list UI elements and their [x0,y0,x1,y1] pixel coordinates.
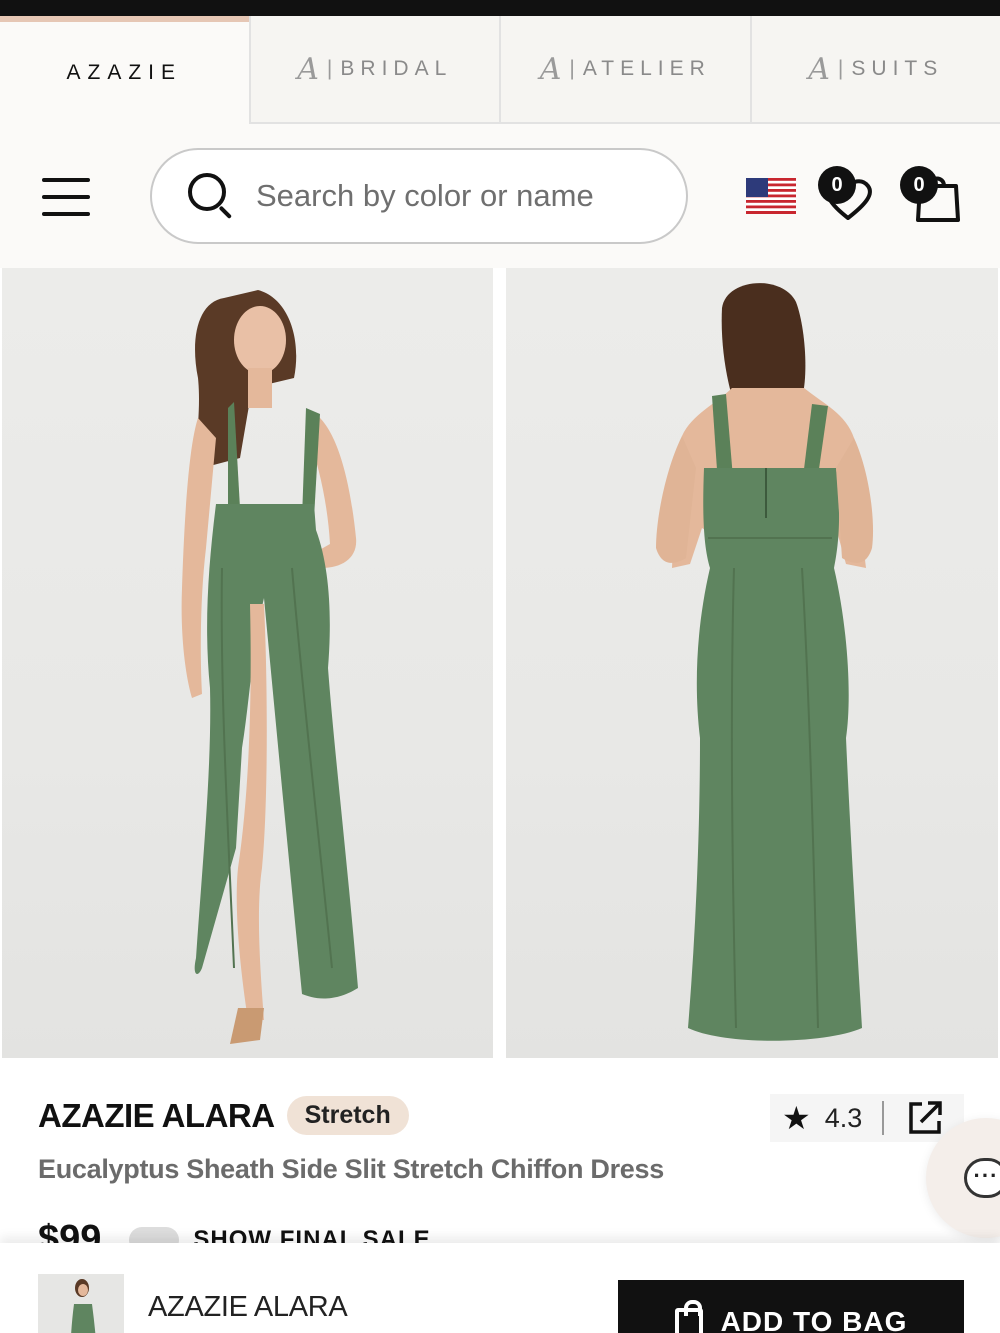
rating-box[interactable]: ★ 4.3 [770,1094,964,1142]
sticky-product-name: AZAZIE ALARA [148,1291,348,1323]
tab-azazie-label: AZAZIE [66,61,182,84]
tab-azazie[interactable]: AZAZIE [0,16,249,124]
product-gallery [0,268,1000,1058]
site-header: 0 0 [0,124,1000,268]
search-icon[interactable] [188,173,234,220]
bag-lock-icon [674,1300,703,1333]
tab-bridal[interactable]: A | BRIDAL [248,16,499,124]
product-price: $99 [38,1218,102,1244]
share-icon[interactable] [906,1099,944,1137]
stretch-badge: Stretch [286,1096,409,1135]
chat-bubble-icon: ··· [964,1158,1000,1198]
tab-separator: | [326,57,333,80]
divider [882,1101,885,1135]
wishlist-button[interactable]: 0 [818,164,878,226]
tab-separator: | [569,57,575,80]
add-to-bag-button[interactable]: ADD TO BAG [618,1280,964,1333]
product-title: Eucalyptus Sheath Side Slit Stretch Chif… [38,1154,664,1184]
product-info: AZAZIE ALARA Stretch ★ 4.3 Eucalyptus Sh… [0,1058,1000,1244]
add-to-bag-label: ADD TO BAG [720,1306,908,1333]
search-bar[interactable] [150,148,688,244]
tab-atelier[interactable]: A | ATELIER [499,16,750,124]
search-input[interactable] [256,178,656,214]
wishlist-count-badge: 0 [818,166,856,204]
tab-bridal-label: BRIDAL [340,57,453,80]
cart-count-badge: 0 [900,166,938,204]
hamburger-menu-icon[interactable] [42,178,90,216]
tab-suits-label: SUITS [851,57,944,80]
model-front-illustration [181,290,358,1044]
brand-tabs: AZAZIE A | BRIDAL A | ATELIER A | SUITS [0,16,1000,124]
azazie-monogram-icon: A [539,51,562,87]
sticky-add-bar: AZAZIE ALARA ADD TO BAG [0,1243,1000,1333]
final-sale-toggle[interactable] [129,1226,180,1244]
final-sale-label: SHOW FINAL SALE [193,1225,431,1245]
front-view-photo[interactable] [2,268,493,1058]
product-thumbnail [38,1274,124,1333]
price-row: $99 SHOW FINAL SALE [38,1218,431,1244]
product-brand-line: AZAZIE ALARA Stretch [38,1096,409,1135]
back-view-photo[interactable] [506,268,998,1058]
azazie-monogram-icon: A [808,51,830,87]
tab-separator: | [837,57,844,80]
star-icon: ★ [782,1100,811,1136]
tab-suits[interactable]: A | SUITS [749,16,1000,124]
us-flag-icon[interactable] [746,178,796,214]
cart-button[interactable]: 0 [900,164,962,226]
tab-atelier-label: ATELIER [582,57,711,80]
product-brand[interactable]: AZAZIE ALARA [38,1097,275,1135]
model-back-illustration [656,283,874,1041]
status-bar [0,0,1000,16]
thumbnail-illustration [38,1274,124,1333]
rating-value: 4.3 [824,1102,863,1133]
azazie-monogram-icon: A [297,51,319,87]
